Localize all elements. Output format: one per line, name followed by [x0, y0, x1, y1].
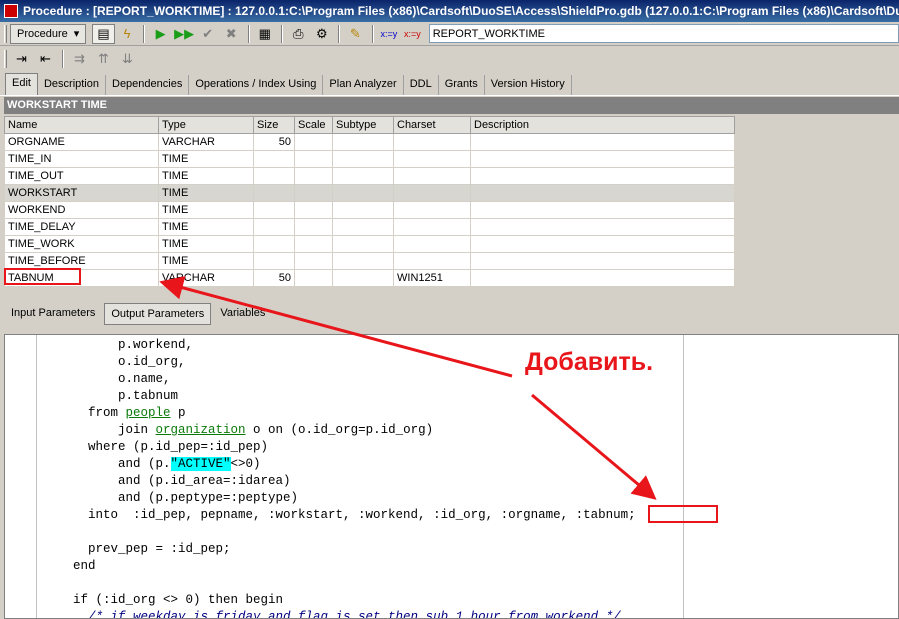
- toolbar-grip-2[interactable]: [4, 50, 7, 68]
- run-icon[interactable]: ▶: [149, 24, 172, 44]
- table-row[interactable]: TIME_WORK TIME: [4, 235, 735, 253]
- main-toolbar: Procedure ▾ ▤ ϟ ▶ ▶▶ ✔ ✖ ▦ ⎙ ⚙ ✎ x:=y x:…: [0, 22, 899, 46]
- chevron-down-icon: ▾: [73, 28, 80, 40]
- annotation-text: Добавить.: [525, 348, 654, 376]
- tab-variables[interactable]: Variables: [214, 303, 271, 325]
- tab-version-history[interactable]: Version History: [485, 75, 572, 95]
- col-header-scale[interactable]: Scale: [294, 116, 333, 134]
- params-blue-icon[interactable]: x:=y: [378, 24, 401, 44]
- move-right-icon[interactable]: ⇉: [68, 49, 91, 69]
- toolbar-grip[interactable]: [4, 24, 7, 43]
- tools-icon[interactable]: ✎: [344, 24, 367, 44]
- table-row[interactable]: ORGNAME VARCHAR 50: [4, 133, 735, 151]
- grid-icon[interactable]: ▦: [254, 24, 277, 44]
- procedure-name-input[interactable]: [428, 24, 899, 43]
- output-params-grid: Name Type Size Scale Subtype Charset Des…: [4, 116, 735, 287]
- highlighted-identifier: "ACTIVE": [170, 457, 231, 471]
- tab-plan-analyzer[interactable]: Plan Analyzer: [323, 75, 404, 95]
- secondary-toolbar: ⇥ ⇤ ⇉ ⇈ ⇊: [0, 46, 899, 72]
- object-type-dropdown[interactable]: Procedure ▾: [9, 23, 87, 44]
- settings-icon[interactable]: ⚙: [311, 24, 334, 44]
- table-row[interactable]: TIME_DELAY TIME: [4, 218, 735, 236]
- col-header-type[interactable]: Type: [158, 116, 254, 134]
- indent-icon[interactable]: ⇥: [10, 49, 33, 69]
- table-link-people[interactable]: people: [126, 406, 171, 420]
- table-link-organization[interactable]: organization: [156, 423, 246, 437]
- col-header-description[interactable]: Description: [470, 116, 735, 134]
- title-bar: Procedure : [REPORT_WORKTIME] : 127.0.0.…: [0, 0, 899, 22]
- compile-lightning-icon[interactable]: ϟ: [116, 24, 139, 44]
- table-row[interactable]: TIME_IN TIME: [4, 150, 735, 168]
- table-row-selected[interactable]: WORKSTART TIME: [4, 184, 735, 202]
- rollback-x-icon[interactable]: ✖: [220, 24, 243, 44]
- col-header-subtype[interactable]: Subtype: [332, 116, 394, 134]
- col-header-size[interactable]: Size: [253, 116, 295, 134]
- document-icon[interactable]: ▤: [92, 23, 115, 44]
- col-header-charset[interactable]: Charset: [393, 116, 471, 134]
- window-title: Procedure : [REPORT_WORKTIME] : 127.0.0.…: [23, 4, 899, 18]
- tab-description[interactable]: Description: [38, 75, 106, 95]
- editor-gutter: [5, 335, 37, 618]
- code-text[interactable]: p.workend, o.id_org, o.name, p.tabnum fr…: [43, 337, 636, 618]
- table-row[interactable]: WORKEND TIME: [4, 201, 735, 219]
- run-step-icon[interactable]: ▶▶: [173, 24, 196, 44]
- highlight-box-tabnum-code: [648, 505, 718, 523]
- right-margin-line: [683, 335, 684, 618]
- tab-output-parameters[interactable]: Output Parameters: [104, 303, 212, 325]
- commit-check-icon[interactable]: ✔: [196, 24, 219, 44]
- highlight-box-tabnum-row: [4, 268, 81, 285]
- print-icon[interactable]: ⎙: [287, 24, 310, 44]
- table-row[interactable]: TABNUM VARCHAR 50 WIN1251: [4, 269, 735, 287]
- app-icon: [4, 4, 18, 18]
- grid-header-row: Name Type Size Scale Subtype Charset Des…: [4, 116, 735, 134]
- outdent-icon[interactable]: ⇤: [34, 49, 57, 69]
- table-row[interactable]: TIME_OUT TIME: [4, 167, 735, 185]
- tab-dependencies[interactable]: Dependencies: [106, 75, 190, 95]
- tab-edit[interactable]: Edit: [5, 73, 38, 95]
- editor-tabs: Edit Description Dependencies Operations…: [0, 73, 899, 96]
- parameter-tabs: Input Parameters Output Parameters Varia…: [0, 300, 899, 328]
- tab-ddl[interactable]: DDL: [404, 75, 439, 95]
- move-up-icon[interactable]: ⇈: [92, 49, 115, 69]
- tab-operations[interactable]: Operations / Index Using: [189, 75, 324, 95]
- section-header: WORKSTART TIME: [4, 97, 899, 114]
- tab-input-parameters[interactable]: Input Parameters: [5, 303, 101, 325]
- table-row[interactable]: TIME_BEFORE TIME: [4, 252, 735, 270]
- move-down-icon[interactable]: ⇊: [116, 49, 139, 69]
- tab-grants[interactable]: Grants: [439, 75, 485, 95]
- params-red-icon[interactable]: x:=y: [401, 24, 424, 44]
- col-header-name[interactable]: Name: [4, 116, 159, 134]
- code-editor[interactable]: p.workend, o.id_org, o.name, p.tabnum fr…: [4, 334, 899, 619]
